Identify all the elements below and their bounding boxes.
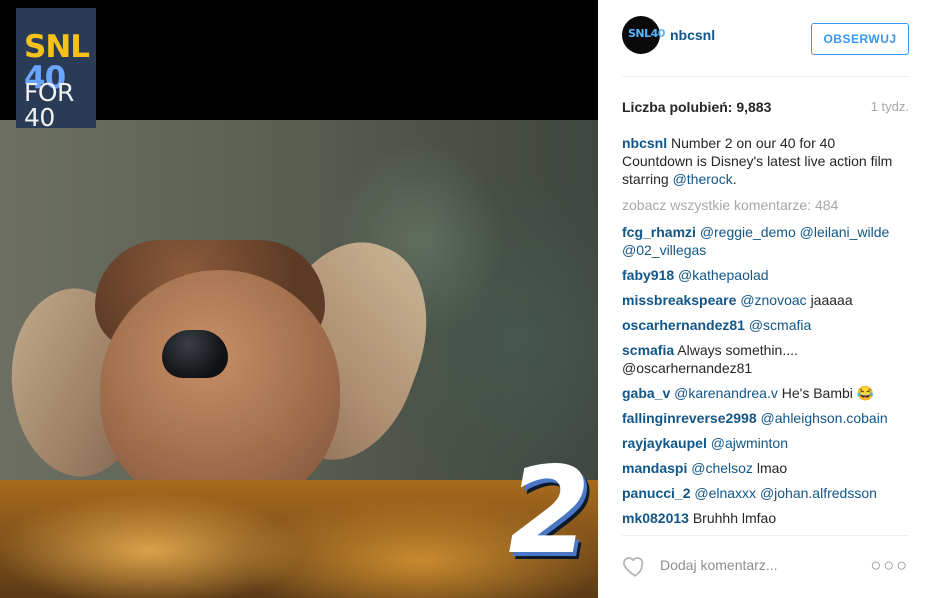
comment-item: missbreakspeare @znovoac jaaaaa xyxy=(622,291,909,309)
heart-outline-icon[interactable] xyxy=(622,553,648,579)
follow-button[interactable]: OBSERWUJ xyxy=(811,23,909,55)
likes-row: Liczba polubień: 9,883 1 tydz. xyxy=(622,98,909,116)
comment-item: faby918 @kathepaolad xyxy=(622,266,909,284)
comments-list[interactable]: nbcsnl Number 2 on our 40 for 40 Countdo… xyxy=(622,134,909,524)
comment-mention[interactable]: @znovoac xyxy=(740,292,806,308)
comment-text: lmao xyxy=(756,460,788,476)
snl40-badge: SNL 40 FOR 40 xyxy=(16,8,96,132)
comment-user[interactable]: oscarhernandez81 xyxy=(622,317,745,333)
comment-mention[interactable]: @kathepaolad xyxy=(678,267,769,283)
comment-mention[interactable]: @ahleighson.cobain xyxy=(761,410,888,426)
caption-mention[interactable]: @therock xyxy=(673,171,733,187)
comment-item: fcg_rhamzi @reggie_demo @leilani_wilde @… xyxy=(622,223,909,259)
comment-user[interactable]: mk082013 xyxy=(622,510,689,524)
comment-item: mk082013 Bruhhh lmfao xyxy=(622,509,909,524)
instagram-post-modal: SNL 40 FOR 40 2 SNL40 nbcsnl OBSERWUJ Li… xyxy=(0,0,931,598)
divider xyxy=(622,76,909,77)
comment-user[interactable]: scmafia xyxy=(622,342,674,358)
avatar[interactable]: SNL40 xyxy=(622,16,665,54)
comment-user[interactable]: mandaspi xyxy=(622,460,687,476)
avatar-text: SNL40 xyxy=(628,27,665,40)
likes-count[interactable]: Liczba polubień: 9,883 xyxy=(622,98,771,116)
comment-user[interactable]: fallinginreverse2998 xyxy=(622,410,757,426)
comment-user[interactable]: gaba_v xyxy=(622,385,670,401)
post-sidebar: SNL40 nbcsnl OBSERWUJ Liczba polubień: 9… xyxy=(598,0,931,598)
comment-user[interactable]: fcg_rhamzi xyxy=(622,224,696,240)
comment-item: scmafia Always somethin.... @oscarhernan… xyxy=(622,341,909,377)
face xyxy=(100,270,340,510)
comment-mention[interactable]: @ajwminton xyxy=(711,435,788,451)
comment-mention[interactable]: @elnaxxx @johan.alfredsson xyxy=(694,485,877,501)
comment-item: mandaspi @chelsoz lmao xyxy=(622,459,909,477)
comment-item: gaba_v @karenandrea.v He's Bambi 😂 xyxy=(622,384,909,402)
post-time[interactable]: 1 tydz. xyxy=(871,98,909,116)
comment-mention[interactable]: @karenandrea.v xyxy=(674,385,778,401)
comment-mention[interactable]: @chelsoz xyxy=(691,460,753,476)
badge-line2: FOR 40 xyxy=(24,78,74,132)
comment-item: rayjaykaupel @ajwminton xyxy=(622,434,909,452)
deer-nose xyxy=(162,330,228,378)
more-options-icon[interactable]: ○○○ xyxy=(870,556,909,574)
caption-suffix: . xyxy=(732,171,737,187)
comment-user[interactable]: panucci_2 xyxy=(622,485,690,501)
comment-mention[interactable]: @scmafia xyxy=(749,317,811,333)
comment-user[interactable]: rayjaykaupel xyxy=(622,435,707,451)
view-all-comments-link[interactable]: zobacz wszystkie komentarze: 484 xyxy=(622,196,909,214)
post-actions: Dodaj komentarz... ○○○ xyxy=(622,550,909,580)
caption-user[interactable]: nbcsnl xyxy=(622,135,667,151)
comment-item: oscarhernandez81 @scmafia xyxy=(622,316,909,334)
comment-item: fallinginreverse2998 @ahleighson.cobain xyxy=(622,409,909,427)
post-photo xyxy=(0,120,598,598)
comment-text: He's Bambi 😂 xyxy=(781,385,875,401)
comment-user[interactable]: missbreakspeare xyxy=(622,292,736,308)
post-header: SNL40 nbcsnl OBSERWUJ xyxy=(622,16,909,60)
comment-text: Bruhhh lmfao xyxy=(692,510,777,524)
divider xyxy=(622,535,909,536)
post-media: SNL 40 FOR 40 2 xyxy=(0,0,598,598)
add-comment-input[interactable]: Dodaj komentarz... xyxy=(660,556,778,574)
username-link[interactable]: nbcsnl xyxy=(670,28,715,42)
comment-text: jaaaaa xyxy=(810,292,853,308)
comment-item: panucci_2 @elnaxxx @johan.alfredsson xyxy=(622,484,909,502)
comment-user[interactable]: faby918 xyxy=(622,267,674,283)
caption: nbcsnl Number 2 on our 40 for 40 Countdo… xyxy=(622,134,909,188)
